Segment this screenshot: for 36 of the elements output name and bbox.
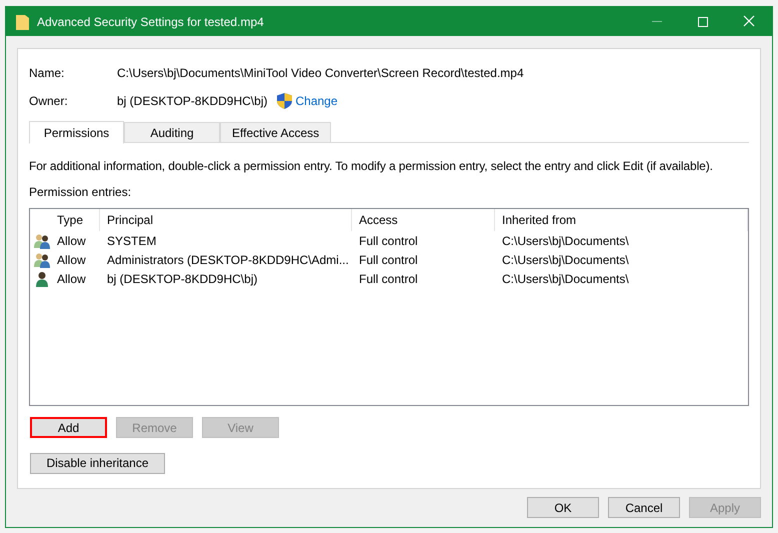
- table-cell-text: Full control: [358, 270, 419, 288]
- entry-button[interactable]: Add: [30, 417, 107, 438]
- table-cell-text: Full control: [358, 252, 419, 268]
- table-cell-text: Allow: [56, 270, 87, 288]
- table-cell-text: SYSTEM: [106, 232, 158, 250]
- column-header[interactable]: Inherited from: [495, 209, 748, 231]
- field-label: Name:: [29, 65, 66, 82]
- shield-icon: [277, 93, 292, 109]
- disable-inheritance-button[interactable]: Disable inheritance: [30, 452, 165, 474]
- window-title: Advanced Security Settings for tested.mp4: [37, 14, 264, 30]
- tab[interactable]: Auditing: [124, 122, 220, 143]
- table-cell-text: Full control: [358, 232, 419, 250]
- users-icon: [34, 232, 50, 248]
- field-label: Owner:: [29, 93, 69, 110]
- table-cell-text: Administrators (DESKTOP-8KDD9HC\Admi...: [106, 252, 350, 268]
- user-icon: [34, 270, 50, 286]
- field-value: C:\Users\bj\Documents\MiniTool Video Converter\Screen Record\tested.mp4: [117, 65, 524, 82]
- description-text: For additional information, double-click a permission entry. To modify a permission entry, select the entry and click Edit (if available).: [29, 158, 714, 175]
- folder-icon: [16, 14, 29, 30]
- table-cell-text: C:\Users\bj\Documents\: [501, 232, 630, 250]
- column-header[interactable]: Type: [50, 209, 100, 231]
- entries-label: Permission entries:: [29, 184, 132, 201]
- table-cell-text: C:\Users\bj\Documents\: [501, 252, 630, 268]
- change-link[interactable]: Change: [295, 92, 338, 110]
- column-header[interactable]: Principal: [100, 209, 352, 231]
- column-header[interactable]: Access: [352, 209, 495, 231]
- users-icon: [34, 252, 50, 268]
- tab[interactable]: Permissions: [29, 121, 124, 144]
- table-cell-text: Allow: [56, 252, 87, 268]
- table-cell-text: C:\Users\bj\Documents\: [501, 270, 630, 288]
- field-value: bj (DESKTOP-8KDD9HC\bj): [117, 93, 268, 110]
- dialog-button[interactable]: Cancel: [608, 497, 680, 518]
- tab[interactable]: Effective Access: [220, 122, 332, 143]
- dialog-button[interactable]: OK: [527, 497, 599, 518]
- table-cell-text: bj (DESKTOP-8KDD9HC\bj): [106, 270, 258, 288]
- table-cell-text: Allow: [56, 232, 87, 250]
